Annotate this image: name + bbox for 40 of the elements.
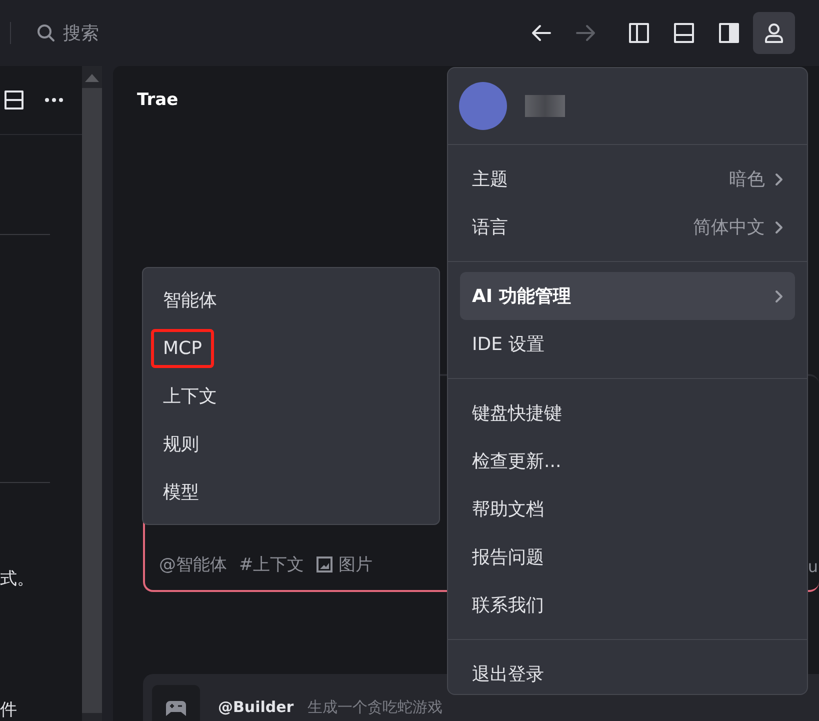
menu-item[interactable]: IDE 设置 [460,320,795,368]
right-sidebar-icon[interactable] [718,22,740,44]
search-icon [37,24,55,42]
account-button[interactable] [753,12,795,54]
text-fragment: 式。 [0,568,35,590]
panel-title: Trae [137,90,178,110]
text-fragment: 件 [0,699,18,721]
menu-item[interactable]: 检查更新... [460,437,795,485]
suggestion-text: 生成一个贪吃蛇游戏 [308,699,443,715]
menu-item[interactable]: AI 功能管理 [460,272,795,320]
redacted-name [525,95,565,117]
more-icon[interactable] [44,96,64,103]
menu-item[interactable]: 模型 [151,471,211,513]
menu-item[interactable]: 键盘快捷键 [460,389,795,437]
menu-item[interactable]: 语言 简体中文 [460,203,795,251]
gamepad-icon [165,700,187,718]
menu-item[interactable]: 报告问题 [460,533,795,581]
avatar [459,82,507,130]
input-chip[interactable]: #上下文 [239,553,304,576]
image-chip[interactable]: 图片 [316,553,372,576]
back-arrow-icon[interactable] [530,24,552,42]
split-panel-icon[interactable] [4,90,24,110]
bottom-panel-icon[interactable] [673,22,695,44]
text-fragment: u [808,557,818,576]
input-chip[interactable]: @智能体 [159,553,227,576]
scrollbar[interactable] [82,66,102,721]
menu-value: 简体中文 [693,216,765,239]
user-icon [763,22,785,44]
image-icon [316,556,334,573]
menu-item[interactable]: 上下文 [151,375,229,417]
menu-value: 暗色 [729,168,765,191]
menu-item[interactable]: 规则 [151,423,211,465]
menu-item[interactable]: 帮助文档 [460,485,795,533]
menu-item[interactable]: 联系我们 [460,581,795,629]
menu-item[interactable]: 主题 暗色 [460,155,795,203]
menu-item[interactable]: 智能体 [151,279,229,321]
agent-name: @Builder [218,699,294,715]
left-sidebar-icon[interactable] [628,22,650,44]
menu-item[interactable]: MCP [151,328,214,368]
search-field[interactable]: 搜索 [63,21,99,45]
